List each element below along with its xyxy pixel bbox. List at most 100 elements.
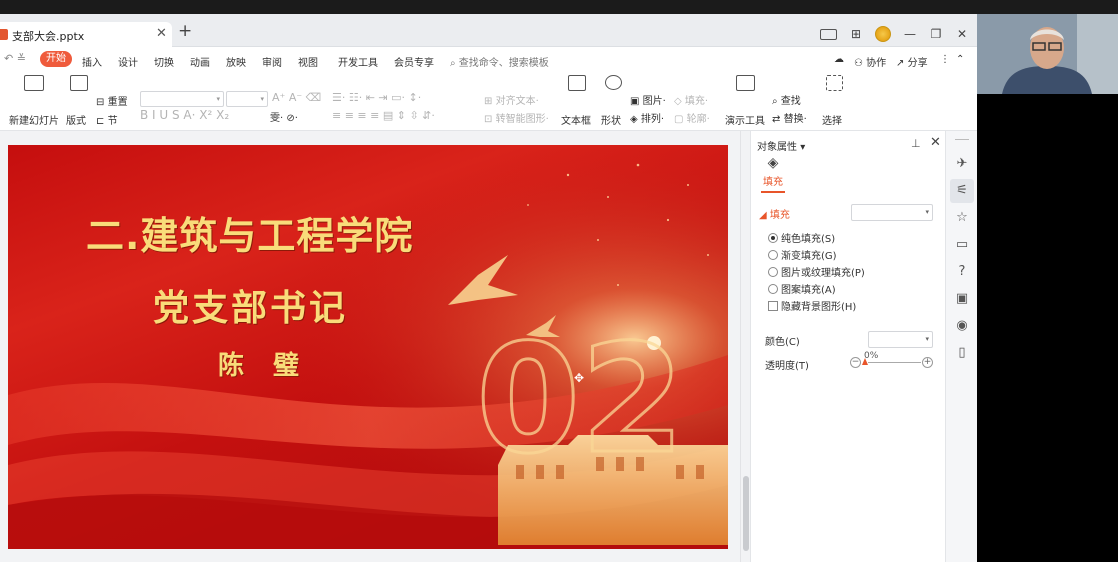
location-icon[interactable]: ◉ bbox=[954, 318, 970, 334]
help-icon[interactable]: ? bbox=[954, 264, 970, 280]
tab-insert[interactable]: 插入 bbox=[82, 54, 102, 69]
document-tab[interactable]: 支部大会.pptx ✕ bbox=[0, 22, 172, 48]
presentation-tools-icon[interactable] bbox=[736, 75, 755, 91]
select-icon[interactable] bbox=[826, 75, 843, 91]
new-tab-button[interactable]: + bbox=[178, 23, 192, 40]
shape-icon[interactable] bbox=[605, 75, 622, 90]
font-grow-shrink-icon[interactable]: A⁺ A⁻ ⌫ bbox=[272, 91, 321, 104]
picture-button[interactable]: ▣ 图片· bbox=[630, 92, 666, 107]
font-size-select[interactable]: ▾ bbox=[226, 91, 268, 107]
new-slide-button[interactable]: 新建幻灯片 bbox=[9, 112, 59, 127]
tab-member[interactable]: 会员专享 bbox=[394, 54, 434, 69]
pin-icon[interactable]: ✈ bbox=[954, 156, 970, 172]
slide-person-name[interactable]: 陈 璧 bbox=[218, 345, 309, 382]
transparency-slider[interactable] bbox=[868, 362, 921, 363]
collaborate-button[interactable]: ⚇ 协作 bbox=[854, 54, 886, 69]
tab-slideshow[interactable]: 放映 bbox=[226, 54, 246, 69]
presentation-tools-button[interactable]: 演示工具 bbox=[725, 112, 765, 127]
tab-transitions[interactable]: 切换 bbox=[154, 54, 174, 69]
reading-mode-icon[interactable] bbox=[820, 28, 837, 40]
tab-animations[interactable]: 动画 bbox=[190, 54, 210, 69]
wps-presentation-window: 支部大会.pptx ✕ + ⊞ — ❐ ✕ ↶ ≚ 开始 插入 设计 切换 动画… bbox=[0, 14, 977, 562]
transparency-label: 透明度(T) bbox=[765, 361, 809, 372]
font-style-icons[interactable]: B I U S A· X² X₂ bbox=[140, 108, 229, 122]
radio-gradient-fill[interactable]: 渐变填充(G) bbox=[768, 247, 837, 262]
undo-dropdown-icon[interactable]: ↶ ≚ bbox=[4, 52, 26, 65]
command-search[interactable]: ⌕ 查找命令、搜索模板 bbox=[450, 54, 549, 69]
minimize-button[interactable]: — bbox=[903, 27, 917, 41]
textbox-icon[interactable] bbox=[568, 75, 586, 91]
font-family-select[interactable]: ▾ bbox=[140, 91, 224, 107]
color-select[interactable]: ▾ bbox=[868, 331, 933, 348]
new-slide-icon[interactable] bbox=[24, 75, 44, 91]
star-icon[interactable]: ☆ bbox=[954, 210, 970, 226]
book-icon[interactable]: ▯ bbox=[954, 345, 970, 361]
fill-section-header[interactable]: ◢ 填充 bbox=[759, 206, 790, 221]
share-label: 分享 bbox=[907, 58, 928, 69]
tab-home[interactable]: 开始 bbox=[40, 51, 72, 67]
tab-design[interactable]: 设计 bbox=[118, 54, 138, 69]
tab-view[interactable]: 视图 bbox=[298, 54, 318, 69]
shape-button[interactable]: 形状 bbox=[601, 112, 621, 127]
slide-subtitle[interactable]: 党支部书记 bbox=[153, 279, 348, 331]
radio-solid-fill[interactable]: 纯色填充(S) bbox=[768, 230, 835, 245]
arrange-label: 排列 bbox=[640, 114, 661, 125]
image-settings-icon[interactable]: ▣ bbox=[954, 291, 970, 307]
more-icon[interactable]: ⋮ bbox=[940, 54, 950, 65]
layout-button[interactable]: 版式 bbox=[66, 112, 86, 127]
checkbox-hide-background[interactable]: 隐藏背景图形(H) bbox=[768, 298, 856, 313]
close-window-button[interactable]: ✕ bbox=[955, 27, 969, 41]
smartart-button[interactable]: ⊡ 转智能图形· bbox=[484, 110, 549, 125]
fill-label: 填充 bbox=[684, 96, 705, 107]
reset-button[interactable]: ⊟ 重置 bbox=[96, 93, 128, 108]
fill-button[interactable]: ◇ 填充· bbox=[674, 92, 708, 107]
comment-icon[interactable]: ▭ bbox=[954, 237, 970, 253]
close-icon[interactable]: ✕ bbox=[156, 26, 167, 41]
select-button[interactable]: 选择 bbox=[822, 112, 842, 127]
webcam-person-image bbox=[977, 14, 1118, 94]
fill-type-select[interactable]: ▾ bbox=[851, 204, 933, 221]
fill-section-label: 填充 bbox=[769, 210, 790, 221]
text-effects-icon[interactable]: 雯· ⊘· bbox=[270, 109, 298, 124]
chevron-down-icon: ▾ bbox=[800, 142, 806, 153]
tab-review[interactable]: 审阅 bbox=[262, 54, 282, 69]
replace-button[interactable]: ⇄ 替换· bbox=[772, 110, 807, 125]
arrange-button[interactable]: ◈ 排列· bbox=[630, 110, 664, 125]
align-text-button[interactable]: ⊞ 对齐文本· bbox=[484, 92, 539, 107]
paragraph-align-icons[interactable]: ≡ ≡ ≡ ≡ ▤ ⇕ ⇳ ⇵· bbox=[332, 109, 435, 122]
collapse-triangle-icon: ◢ bbox=[759, 210, 767, 221]
radio-pattern-fill[interactable]: 图案填充(A) bbox=[768, 281, 836, 296]
scrollbar-thumb[interactable] bbox=[743, 476, 749, 551]
slide[interactable]: 02 二.建筑与工程学院 党支部书记 陈 璧 ✥ bbox=[8, 145, 728, 549]
collapse-ribbon-icon[interactable]: ⌃ bbox=[956, 54, 964, 65]
list-icons[interactable]: ☰· ☷· ⇤ ⇥ ▭· ↕· bbox=[332, 91, 421, 104]
right-black-area bbox=[977, 94, 1118, 562]
transparency-increase-button[interactable]: + bbox=[922, 357, 933, 368]
tab-developer[interactable]: 开发工具 bbox=[338, 54, 378, 69]
layout-icon[interactable] bbox=[70, 75, 88, 91]
mouse-cursor-icon: ✥ bbox=[574, 371, 585, 385]
grid-view-icon[interactable]: ⊞ bbox=[849, 27, 863, 41]
sliders-icon[interactable]: ⚟ bbox=[954, 183, 970, 199]
paint-bucket-icon: ◈ bbox=[767, 155, 779, 171]
user-avatar[interactable] bbox=[875, 26, 891, 42]
share-button[interactable]: ↗ 分享 bbox=[896, 54, 928, 69]
close-pane-icon[interactable]: ✕ bbox=[930, 135, 941, 150]
radio-picture-fill[interactable]: 图片或纹理填充(P) bbox=[768, 264, 865, 279]
outline-button[interactable]: ▢ 轮廓· bbox=[674, 110, 710, 125]
radio-gradient-fill-label: 渐变填充(G) bbox=[781, 251, 837, 262]
replace-icon: ⇄ bbox=[772, 114, 781, 125]
tab-fill[interactable]: ◈ 填充 bbox=[761, 155, 785, 193]
find-button[interactable]: ⌕ 查找 bbox=[772, 92, 801, 107]
textbox-button[interactable]: 文本框 bbox=[561, 112, 591, 127]
transparency-decrease-button[interactable]: − bbox=[850, 357, 861, 368]
cloud-sync-icon[interactable]: ☁ bbox=[834, 54, 844, 65]
pane-title[interactable]: 对象属性 ▾ bbox=[757, 138, 805, 153]
slide-title[interactable]: 二.建筑与工程学院 bbox=[86, 205, 413, 260]
restore-button[interactable]: ❐ bbox=[929, 27, 943, 41]
vertical-scrollbar[interactable] bbox=[740, 131, 750, 562]
slide-canvas: 02 二.建筑与工程学院 党支部书记 陈 璧 ✥ bbox=[0, 131, 750, 562]
radio-picture-fill-label: 图片或纹理填充(P) bbox=[781, 268, 865, 279]
section-button[interactable]: ⊏ 节 bbox=[96, 112, 118, 127]
pin-pane-icon[interactable]: ⊥ bbox=[911, 137, 921, 150]
